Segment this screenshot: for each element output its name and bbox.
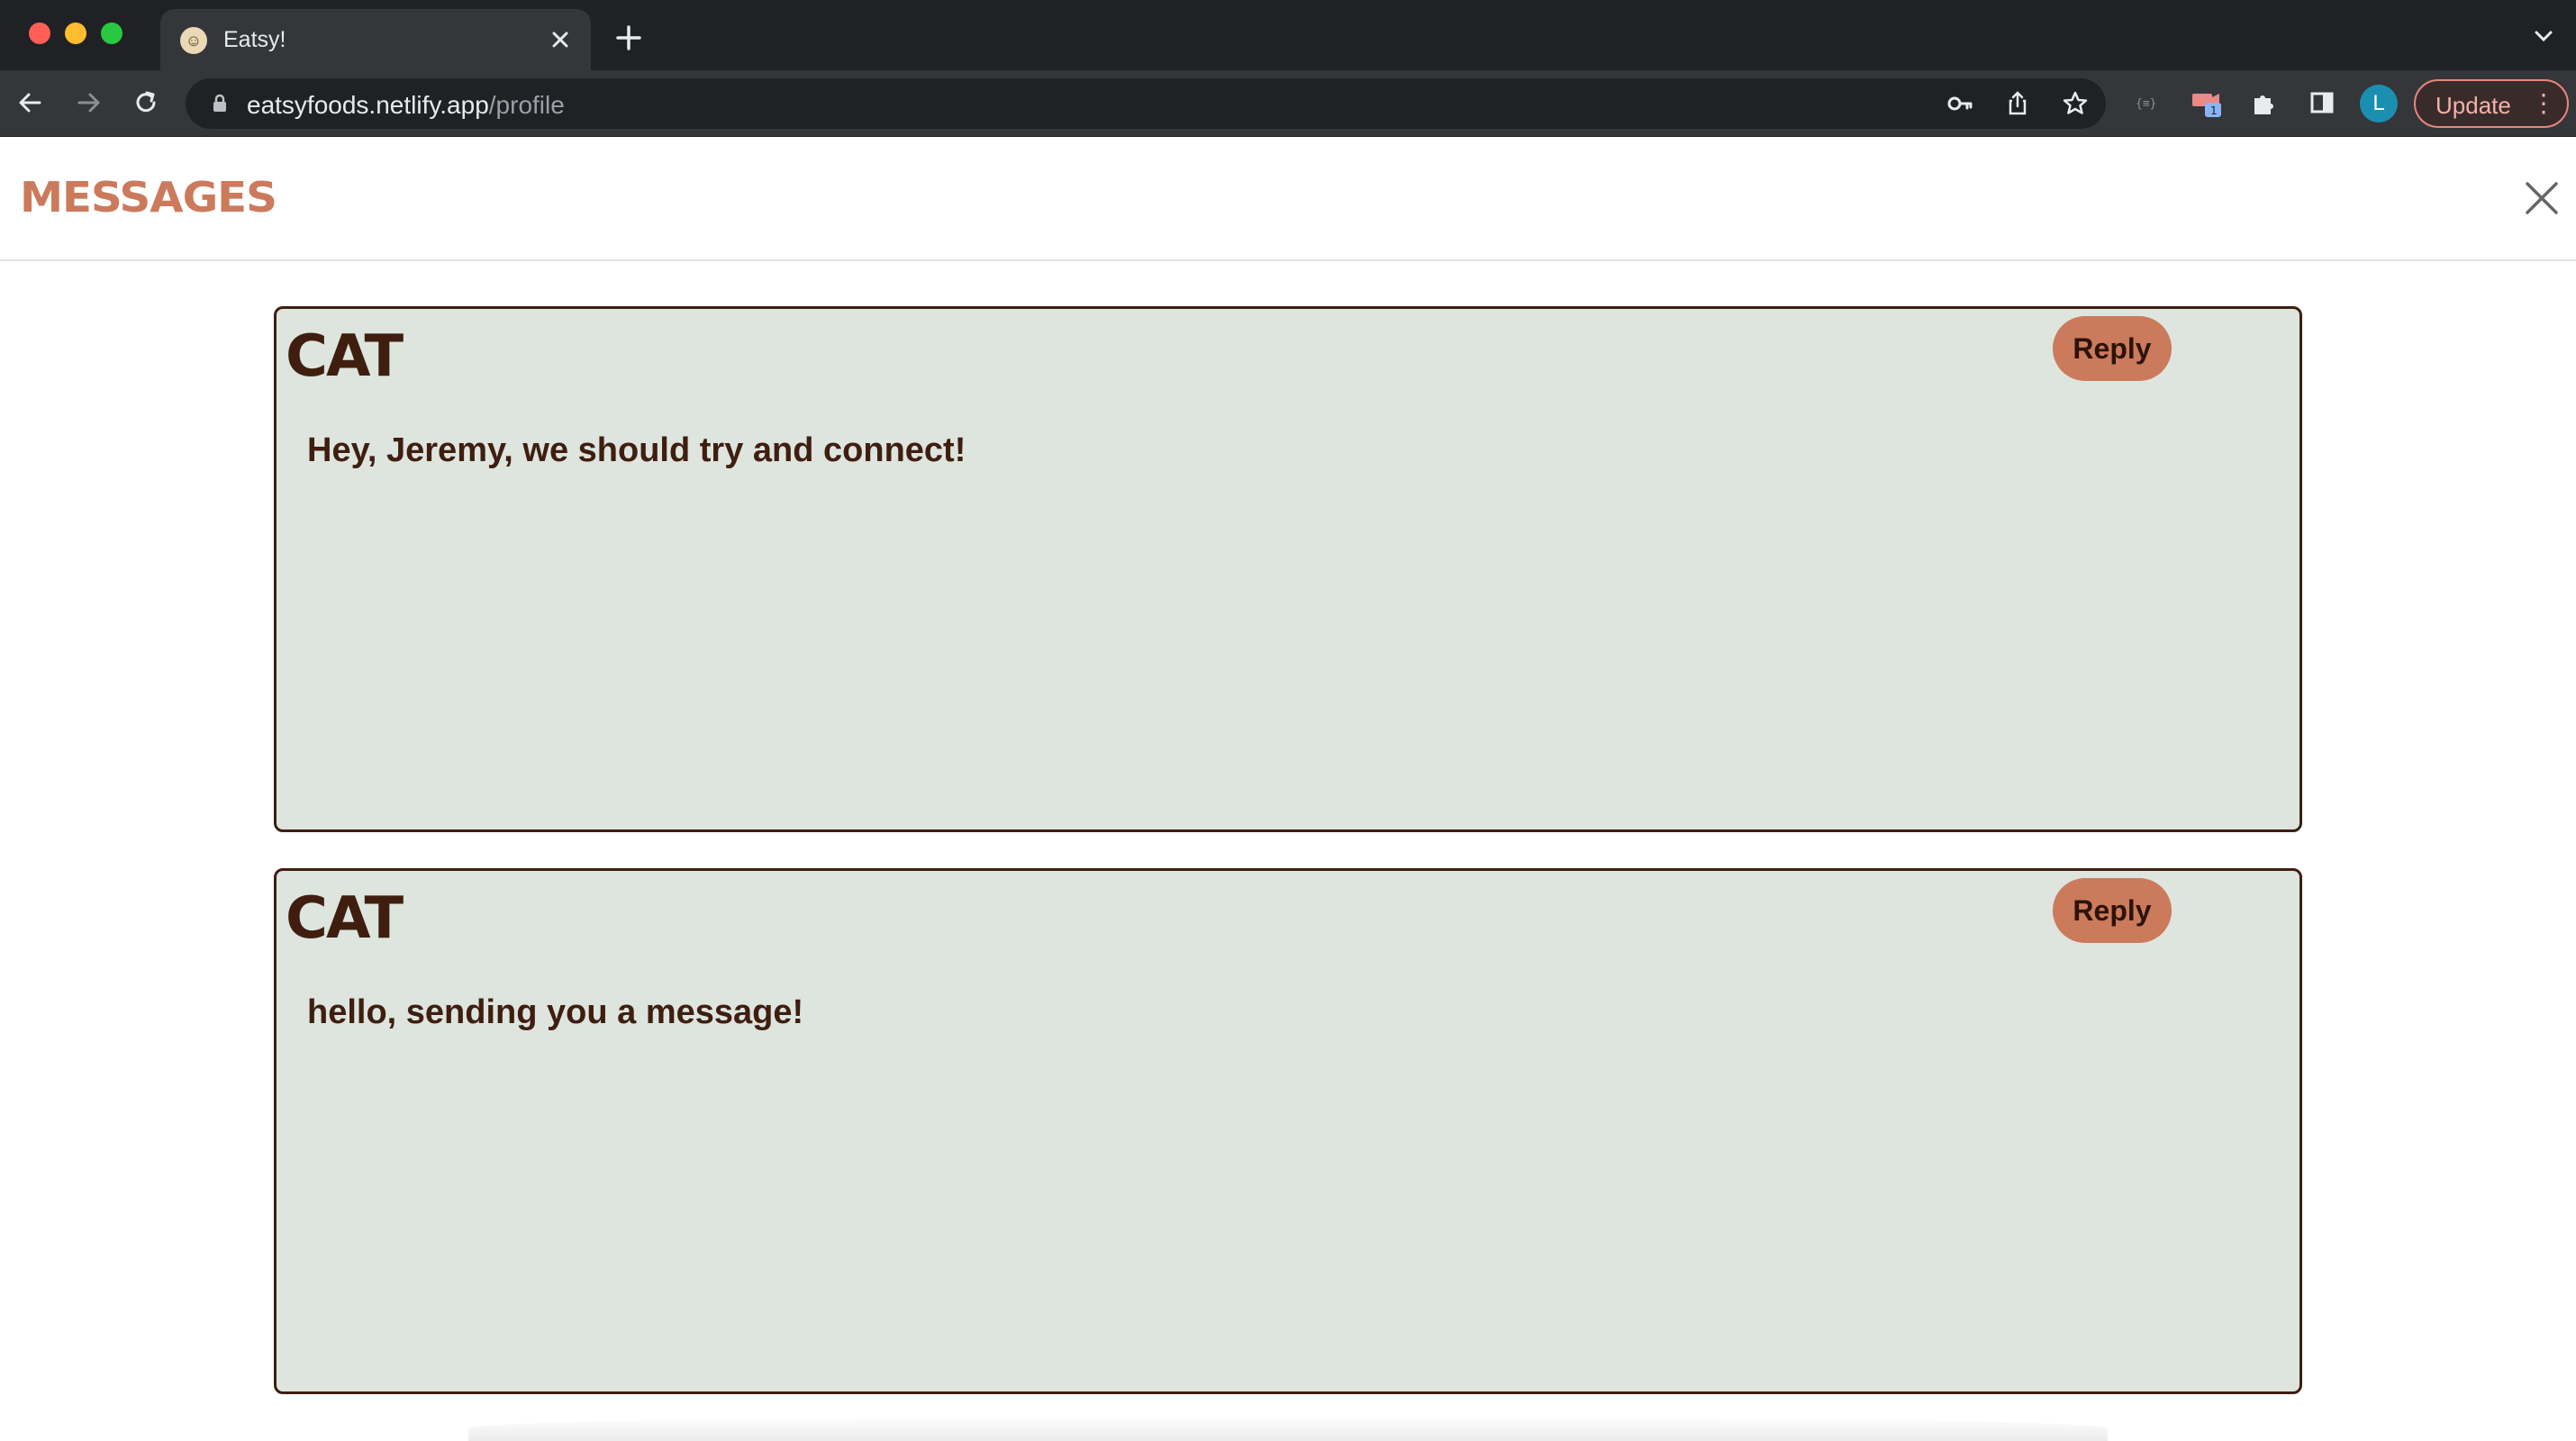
tab-close-icon[interactable] — [542, 22, 578, 58]
message-body: Hey, Jeremy, we should try and connect! — [307, 431, 966, 469]
message-card: CAT Reply Hey, Jeremy, we should try and… — [274, 306, 2302, 832]
bottom-shadow — [468, 1416, 2108, 1441]
extension-video-icon[interactable]: 1 — [2187, 83, 2227, 122]
url-path: /profile — [488, 91, 565, 119]
browser-toolbar: eatsyfoods.netlify.app/profile {≡} 1 — [0, 70, 2576, 137]
message-sender: CAT — [286, 323, 404, 390]
page-header: MESSAGES — [0, 137, 2576, 261]
chevron-down-icon[interactable] — [2527, 20, 2560, 52]
back-arrow-icon[interactable] — [11, 83, 50, 122]
new-tab-button[interactable] — [609, 18, 649, 58]
extension-badge: 1 — [2210, 104, 2218, 117]
side-panel-icon[interactable] — [2302, 83, 2342, 122]
browser-tabstrip: ☺ Eatsy! — [0, 0, 2576, 70]
bookmark-star-icon[interactable] — [2059, 87, 2091, 120]
message-card: CAT Reply hello, sending you a message! — [274, 868, 2302, 1394]
minimize-window-button[interactable] — [65, 23, 86, 44]
forward-arrow-icon[interactable] — [68, 83, 108, 122]
message-sender: CAT — [286, 885, 404, 952]
url-host: eatsyfoods.netlify.app — [247, 91, 489, 119]
message-body: hello, sending you a message! — [307, 993, 804, 1031]
reply-button[interactable]: Reply — [2053, 878, 2172, 943]
extensions-puzzle-icon[interactable] — [2245, 83, 2284, 122]
maximize-window-button[interactable] — [101, 23, 122, 44]
update-button[interactable]: Update ⋮ — [2414, 79, 2569, 128]
browser-tab[interactable]: ☺ Eatsy! — [160, 9, 591, 70]
tab-title: Eatsy! — [223, 27, 286, 52]
url-text: eatsyfoods.netlify.app/profile — [247, 91, 565, 120]
page-title: MESSAGES — [20, 173, 277, 222]
chef-favicon-icon: ☺ — [180, 27, 207, 54]
profile-avatar[interactable]: L — [2360, 85, 2398, 122]
svg-text:{≡}: {≡} — [2136, 97, 2156, 111]
update-label: Update — [2435, 92, 2511, 119]
address-bar[interactable]: eatsyfoods.netlify.app/profile — [186, 78, 2106, 129]
lock-icon — [209, 93, 231, 114]
extension-brackets-icon[interactable]: {≡} — [2127, 83, 2167, 122]
key-icon[interactable] — [1944, 87, 1976, 120]
messages-list: CAT Reply Hey, Jeremy, we should try and… — [274, 306, 2302, 1430]
close-icon[interactable] — [2522, 178, 2562, 218]
reload-icon[interactable] — [126, 83, 166, 122]
close-window-button[interactable] — [29, 23, 50, 44]
reply-button[interactable]: Reply — [2053, 316, 2172, 381]
share-icon[interactable] — [2001, 87, 2034, 120]
more-menu-icon[interactable]: ⋮ — [2531, 88, 2556, 118]
